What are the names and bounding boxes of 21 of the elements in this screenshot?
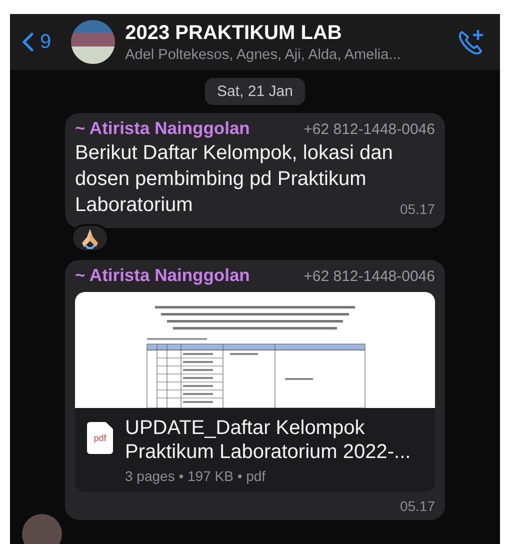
sender-name[interactable]: ~ Atirista Nainggolan xyxy=(75,118,250,139)
file-name: UPDATE_Daftar Kelompok Praktikum Laboratorium 2022-... xyxy=(125,416,412,464)
document-preview[interactable] xyxy=(75,292,435,408)
file-meta: 3 pages • 197 KB • pdf xyxy=(125,468,267,484)
sender-name[interactable]: ~ Atirista Nainggolan xyxy=(75,265,250,286)
message-time: 05.17 xyxy=(400,200,435,219)
group-avatar[interactable] xyxy=(71,20,116,64)
sender-phone: +62 812-1448-0046 xyxy=(304,121,435,138)
document-row[interactable]: pdf UPDATE_Daftar Kelompok Praktikum Laboratorium 2022-... 3 pages • 197 KB • pdf xyxy=(75,408,435,492)
back-button[interactable]: 9 xyxy=(22,30,52,54)
sender-phone: +62 812-1448-0046 xyxy=(304,268,435,285)
date-chip: Sat, 21 Jan xyxy=(205,78,305,105)
reaction-pill[interactable] xyxy=(71,224,109,252)
back-chevron-icon xyxy=(22,32,34,52)
praying-hands-icon xyxy=(79,227,101,249)
group-title[interactable]: 2023 PRAKTIKUM LAB xyxy=(125,22,446,44)
file-icon: pdf xyxy=(87,422,113,454)
message-time: 05.17 xyxy=(400,498,435,514)
group-members: Adel Poltekesos, Agnes, Aji, Alda, Amelia... xyxy=(125,46,402,62)
message-text: Berikut Daftar Kelompok, lokasi dan dosen pembimbing pd Praktikum Laboratorium 05.17 xyxy=(75,140,435,218)
add-call-icon[interactable] xyxy=(456,27,486,57)
